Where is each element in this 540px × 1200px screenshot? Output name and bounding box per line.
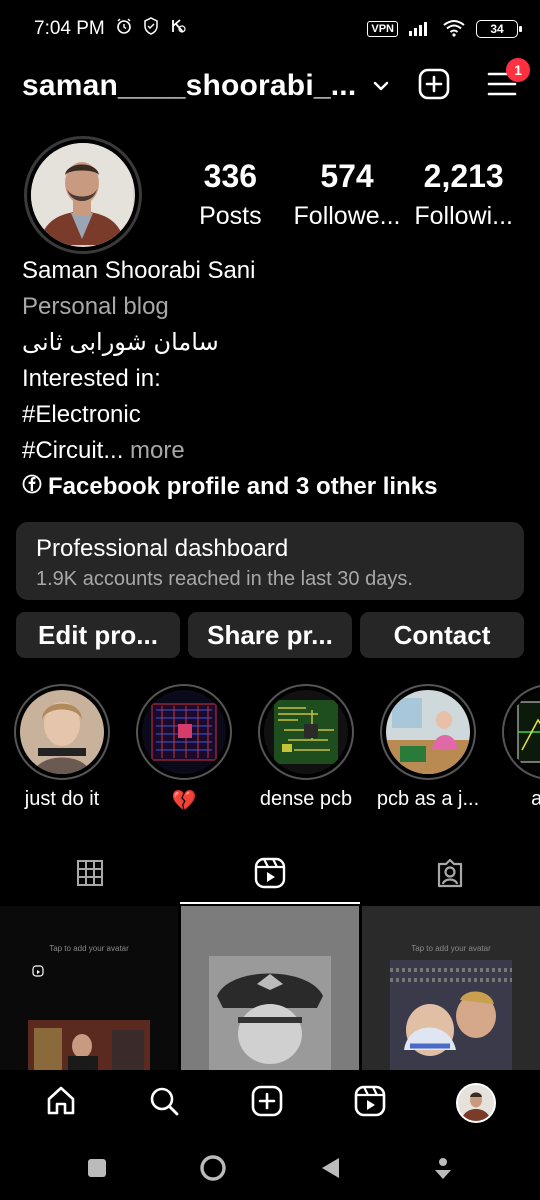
assistant-button[interactable]: [432, 1156, 454, 1185]
status-bar: 7:04 PM VPN 34: [0, 0, 540, 58]
avatar-hint: Tap to add your avatar: [49, 944, 129, 953]
notification-badge: 1: [506, 58, 530, 82]
bio-hashtag[interactable]: #Electronic: [22, 397, 520, 433]
profile-persian-name: سامان شورابی ثانی: [22, 329, 219, 356]
tab-tagged[interactable]: [360, 846, 540, 904]
stat-label: Posts: [199, 202, 262, 230]
highlight-label: just do it: [24, 788, 100, 810]
bio-line: Interested in:: [22, 365, 161, 392]
stat-followers[interactable]: 574 Followe...: [289, 156, 406, 236]
professional-dashboard[interactable]: Professional dashboard 1.9K accounts rea…: [16, 522, 524, 600]
profile-category: Personal blog: [22, 293, 169, 320]
highlight-label: 💔: [171, 790, 197, 812]
profile-bio: Saman Shoorabi Sani Personal blog سامان …: [22, 253, 520, 505]
highlight-label: dense pcb: [259, 788, 353, 810]
create-icon[interactable]: [250, 1084, 284, 1123]
back-button[interactable]: [319, 1156, 341, 1185]
battery-indicator: 34: [476, 20, 522, 38]
bottom-navigation: [0, 1070, 540, 1136]
profile-stats: 336 Posts 574 Followe... 2,213 Followi..…: [172, 156, 522, 236]
bio-more-link[interactable]: more: [123, 437, 185, 464]
reel-thumbnail[interactable]: Tap to add your avatar: [362, 906, 540, 1070]
highlight-pcb-job[interactable]: pcb as a j...: [376, 684, 480, 820]
highlight-just-do-it[interactable]: just do it: [14, 684, 110, 820]
stat-posts[interactable]: 336 Posts: [172, 156, 289, 236]
highlight-cover: [264, 690, 348, 774]
highlight-cover: [20, 690, 104, 774]
status-time: 7:04 PM: [34, 18, 105, 39]
highlight-ring: [14, 684, 110, 780]
reel-thumbnail[interactable]: [181, 906, 359, 1070]
avatar-photo: [31, 143, 135, 247]
bio-links[interactable]: Facebook profile and 3 other links: [22, 469, 520, 505]
stat-value: 336: [203, 158, 258, 194]
system-navigation: [0, 1140, 540, 1200]
tagged-icon: [435, 858, 465, 893]
highlight-cover: [142, 690, 226, 774]
header-actions: 1: [418, 58, 530, 105]
dashboard-title: Professional dashboard: [36, 535, 289, 562]
profile-name: Saman Shoorabi Sani: [22, 257, 256, 284]
reels-icon[interactable]: [353, 1084, 387, 1123]
status-right: VPN 34: [367, 19, 522, 40]
recents-button[interactable]: [86, 1157, 108, 1184]
data-saver-icon: [169, 17, 187, 41]
profile-avatar[interactable]: [24, 136, 142, 254]
facebook-icon: [22, 469, 42, 505]
contact-button[interactable]: Contact: [360, 612, 524, 658]
highlight-ring: [380, 684, 476, 780]
highlight-anal[interactable]: anal: [502, 684, 540, 820]
reels-icon: [254, 857, 286, 894]
reels-grid: Tap to add your avatar Tap to add your a…: [0, 906, 540, 1070]
avatar-hint: Tap to add your avatar: [411, 944, 491, 953]
shield-icon: [143, 17, 159, 41]
highlight-cover: [508, 690, 540, 774]
home-icon[interactable]: [44, 1084, 78, 1123]
profile-tabs: [0, 846, 540, 904]
home-button[interactable]: [199, 1154, 227, 1187]
highlight-ring: [502, 684, 540, 780]
grid-icon: [76, 859, 104, 892]
highlight-ring: [136, 684, 232, 780]
highlight-label: anal: [531, 788, 540, 810]
highlight-dense-pcb[interactable]: dense pcb: [258, 684, 354, 820]
profile-actions: Edit pro... Share pr... Contact: [16, 612, 524, 658]
dashboard-subtitle: 1.9K accounts reached in the last 30 day…: [36, 568, 413, 590]
bio-truncated: #Circuit... more: [22, 433, 520, 469]
stat-label: Followi...: [414, 202, 513, 230]
profile-tab-avatar[interactable]: [455, 1083, 496, 1123]
status-left: 7:04 PM: [34, 17, 187, 41]
chevron-down-icon[interactable]: [372, 79, 390, 97]
stat-following[interactable]: 2,213 Followi...: [405, 156, 522, 236]
tab-posts-grid[interactable]: [0, 846, 180, 904]
profile-header: saman____shoorabi_... 1: [22, 58, 530, 112]
reels-icon: [32, 964, 44, 982]
reel-thumbnail[interactable]: Tap to add your avatar: [0, 906, 178, 1070]
highlight-cover: [386, 690, 470, 774]
edit-profile-button[interactable]: Edit pro...: [16, 612, 180, 658]
create-post-icon[interactable]: [418, 68, 450, 105]
wifi-icon: [442, 19, 466, 40]
tab-reels[interactable]: [180, 846, 360, 904]
highlight-heartbreak[interactable]: 💔: [136, 684, 232, 820]
highlight-label: pcb as a j...: [376, 788, 480, 810]
search-icon[interactable]: [147, 1084, 181, 1123]
vpn-indicator: VPN: [367, 21, 398, 37]
share-profile-button[interactable]: Share pr...: [188, 612, 352, 658]
alarm-icon: [115, 17, 133, 41]
story-highlights: just do it 💔 dense pcb pcb as a j... a: [14, 684, 540, 820]
username-switcher[interactable]: saman____shoorabi_...: [22, 69, 356, 103]
menu-button[interactable]: 1: [486, 58, 530, 103]
links-label: Facebook profile and 3 other links: [48, 473, 438, 500]
stat-value: 574: [320, 158, 374, 194]
stat-label: Followe...: [293, 202, 401, 230]
highlight-ring: [258, 684, 354, 780]
bio-hashtag[interactable]: #Circuit...: [22, 437, 123, 464]
signal-icon: [408, 20, 432, 39]
stat-value: 2,213: [423, 158, 504, 194]
